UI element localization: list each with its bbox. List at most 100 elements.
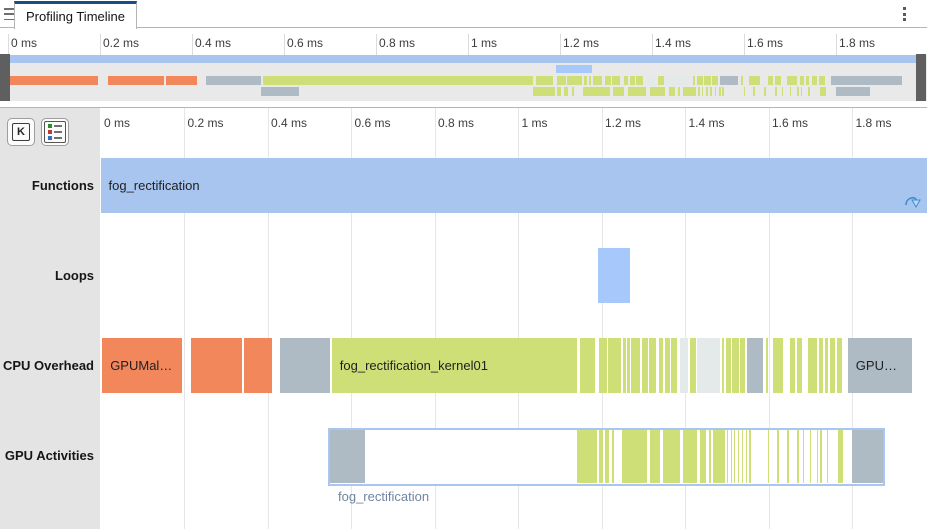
timeline-segment[interactable] — [824, 338, 828, 393]
timeline-segment[interactable] — [819, 430, 822, 483]
ruler-tick-label: 0.6 ms — [354, 116, 391, 130]
timeline-segment — [205, 76, 261, 85]
timeline-segment — [748, 76, 760, 85]
timeline-segment[interactable] — [682, 430, 698, 483]
curved-arrow-down-icon[interactable] — [904, 192, 921, 214]
timeline-segment[interactable] — [827, 430, 829, 483]
timeline-segment[interactable] — [746, 338, 764, 393]
kebab-menu-icon[interactable] — [903, 7, 906, 21]
timeline-segment[interactable] — [631, 338, 640, 393]
legend-list-icon — [44, 121, 66, 143]
timeline-overview[interactable]: 0 ms 0.2 ms 0.4 ms 0.6 ms 0.8 ms 1 ms 1.2 ms 1.… — [0, 28, 927, 107]
timeline-segment[interactable] — [731, 338, 739, 393]
timeline-segment[interactable] — [662, 430, 680, 483]
timeline-segment[interactable] — [713, 430, 726, 483]
gpu-selection-label: fog_rectification — [338, 489, 430, 504]
ruler-tick-label: 1.6 ms — [747, 36, 784, 50]
timeline-segment[interactable] — [708, 430, 711, 483]
timeline-segment[interactable] — [733, 430, 736, 483]
ruler-tick-label: 0 ms — [11, 36, 38, 50]
kernel-marker-button[interactable]: K — [7, 118, 35, 146]
timeline-segment[interactable] — [599, 430, 603, 483]
row-label-cpu-overhead: CPU Overhead — [2, 358, 94, 373]
timeline-segment — [819, 76, 825, 85]
timeline-segment[interactable] — [670, 338, 678, 393]
timeline-segment[interactable] — [665, 338, 670, 393]
timeline-segment[interactable] — [599, 338, 607, 393]
overview-band[interactable] — [0, 55, 927, 101]
timeline-segment[interactable]: GPU… — [847, 338, 913, 393]
timeline-segment[interactable] — [721, 338, 724, 393]
legend-button[interactable] — [41, 118, 69, 146]
timeline-segment — [592, 76, 603, 85]
timeline-segment[interactable] — [776, 430, 779, 483]
timeline-segment[interactable] — [766, 338, 769, 393]
timeline-chart: 0 ms 0.2 ms 0.4 ms 0.6 ms 0.8 ms 1 ms 1.2 ms 1.… — [100, 108, 927, 529]
timeline-segment — [799, 76, 804, 85]
timeline-segment[interactable] — [768, 430, 770, 483]
timeline-segment[interactable] — [741, 430, 744, 483]
timeline-segment[interactable] — [622, 338, 626, 393]
timeline-segment[interactable] — [642, 338, 648, 393]
profiler-window: Profiling Timeline 0 ms 0.2 ms 0.4 ms 0.6 m… — [0, 0, 927, 529]
timeline-segment[interactable] — [604, 430, 609, 483]
timeline-segment[interactable] — [772, 338, 783, 393]
timeline-segment[interactable]: fog_rectification_kernel01 — [331, 338, 577, 393]
timeline-segment[interactable] — [697, 338, 721, 393]
timeline-segment[interactable] — [579, 338, 595, 393]
timeline-segment — [836, 87, 870, 96]
functions-track: fog_rectification — [100, 157, 927, 247]
timeline-segment — [8, 55, 920, 63]
gpu-activities-track: fog_rectification — [100, 427, 927, 529]
timeline-segment[interactable] — [819, 338, 823, 393]
timeline-segment — [703, 76, 712, 85]
timeline-segment — [668, 87, 675, 96]
timeline-segment — [831, 76, 903, 85]
timeline-segment[interactable] — [627, 338, 630, 393]
timeline-segment[interactable] — [330, 430, 365, 483]
timeline-segment[interactable] — [649, 430, 660, 483]
timeline-segment — [808, 87, 810, 96]
timeline-segment[interactable]: fog_rectification — [100, 158, 927, 213]
timeline-segment — [536, 76, 553, 85]
timeline-segment[interactable] — [576, 430, 597, 483]
timeline-segment[interactable] — [738, 430, 740, 483]
timeline-segment[interactable] — [611, 430, 614, 483]
timeline-segment[interactable] — [837, 338, 842, 393]
timeline-segment[interactable] — [748, 430, 751, 483]
timeline-segment[interactable] — [852, 430, 883, 483]
timeline-segment[interactable] — [191, 338, 242, 393]
timeline-segment[interactable] — [739, 338, 745, 393]
timeline-segment — [714, 87, 717, 96]
timeline-segment[interactable] — [700, 430, 706, 483]
timeline-segment[interactable] — [607, 338, 622, 393]
timeline-segment[interactable] — [280, 338, 331, 393]
timeline-segment[interactable] — [802, 430, 805, 483]
overview-left-handle[interactable] — [0, 54, 10, 101]
timeline-segment[interactable] — [789, 338, 795, 393]
timeline-segment[interactable] — [746, 430, 748, 483]
timeline-segment[interactable] — [244, 338, 273, 393]
timeline-segment[interactable] — [796, 430, 799, 483]
timeline-segment[interactable] — [796, 338, 802, 393]
timeline-segment[interactable]: GPUMal… — [102, 338, 182, 393]
timeline-segment[interactable] — [837, 430, 843, 483]
timeline-segment[interactable] — [786, 430, 789, 483]
timeline-segment[interactable] — [622, 430, 647, 483]
timeline-segment[interactable] — [816, 430, 819, 483]
tab-profiling-timeline[interactable]: Profiling Timeline — [14, 1, 137, 29]
timeline-segment[interactable] — [829, 338, 835, 393]
timeline-segment[interactable] — [807, 338, 817, 393]
overview-right-handle[interactable] — [916, 54, 926, 101]
timeline-segment — [697, 76, 703, 85]
timeline-segment[interactable] — [730, 430, 732, 483]
timeline-segment[interactable] — [659, 338, 663, 393]
timeline-segment[interactable] — [598, 248, 631, 303]
timeline-segment — [811, 76, 818, 85]
timeline-segment[interactable] — [726, 430, 729, 483]
timeline-segment[interactable] — [680, 338, 688, 393]
timeline-segment[interactable] — [690, 338, 696, 393]
timeline-segment[interactable] — [809, 430, 812, 483]
timeline-segment[interactable] — [725, 338, 731, 393]
timeline-segment[interactable] — [649, 338, 656, 393]
